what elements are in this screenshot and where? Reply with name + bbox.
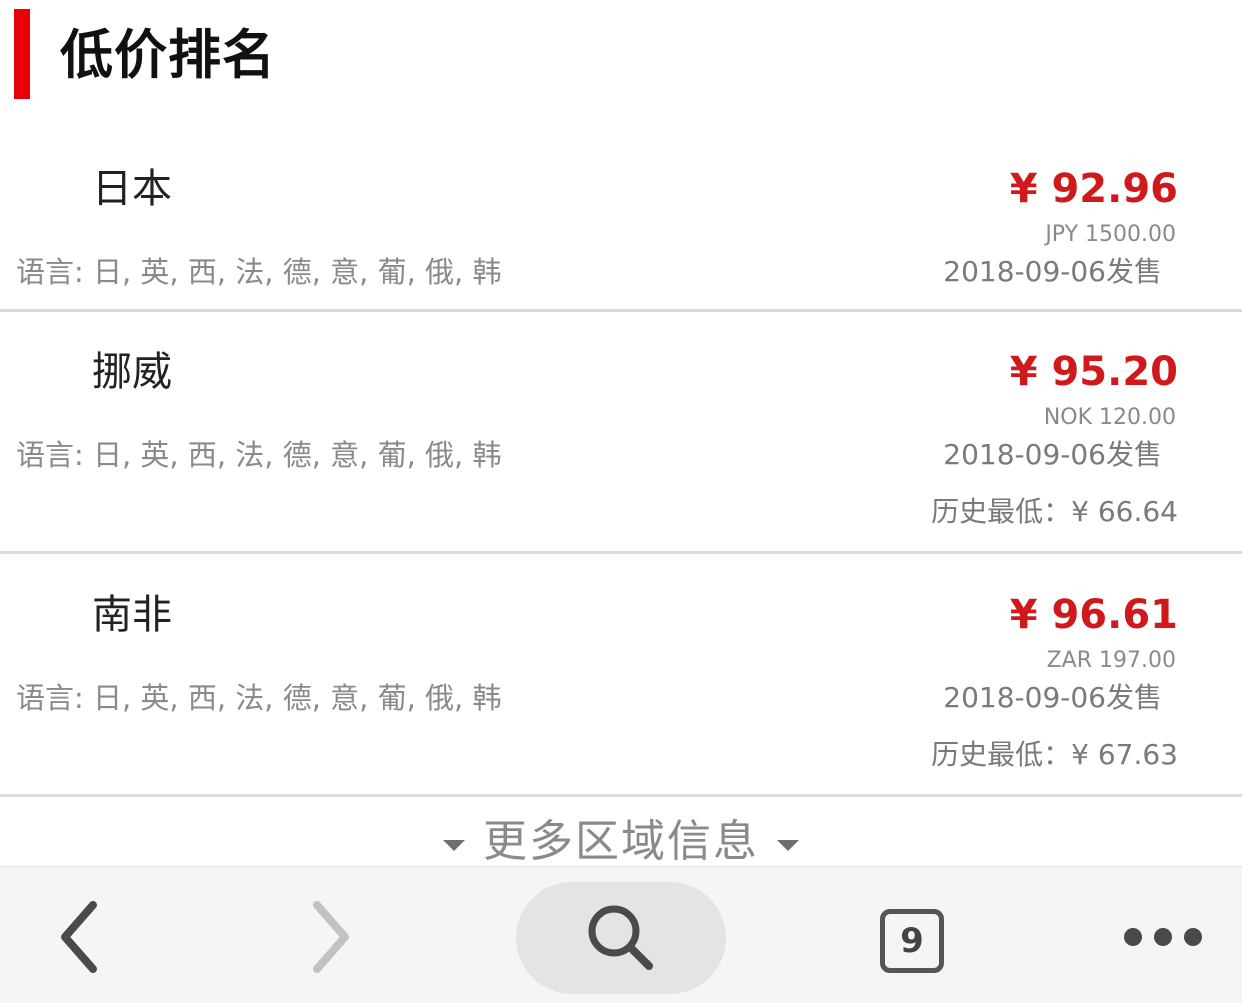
languages: 语言: 日, 英, 西, 法, 德, 意, 葡, 俄, 韩: [16, 438, 502, 472]
section-title: 低价排名: [60, 25, 276, 86]
row-divider: [0, 309, 1242, 312]
original-price: NOK 120.00: [1043, 405, 1176, 430]
more-menu-button[interactable]: [1118, 912, 1208, 962]
forward-button[interactable]: [290, 892, 370, 982]
more-dots-icon: [1124, 928, 1202, 946]
languages: 语言: 日, 英, 西, 法, 德, 意, 葡, 俄, 韩: [16, 255, 502, 289]
row-divider: [0, 551, 1242, 554]
release-date: 2018-09-06发售: [943, 255, 1162, 288]
caret-down-icon: [443, 839, 465, 851]
languages: 语言: 日, 英, 西, 法, 德, 意, 葡, 俄, 韩: [16, 681, 502, 715]
caret-down-icon: [777, 839, 799, 851]
original-price: JPY 1500.00: [1045, 222, 1176, 247]
back-arrow-icon: [61, 901, 97, 973]
search-button[interactable]: [516, 882, 726, 994]
tab-count: 9: [900, 921, 924, 961]
release-date: 2018-09-06发售: [943, 681, 1162, 714]
historical-low: 历史最低：¥ 67.63: [931, 738, 1178, 771]
release-date: 2018-09-06发售: [943, 438, 1162, 471]
search-icon: [588, 905, 653, 970]
price-cny: ¥ 96.61: [1009, 592, 1178, 638]
tabs-icon: 9: [880, 909, 944, 973]
tabs-button[interactable]: 9: [872, 901, 952, 981]
original-price: ZAR 197.00: [1046, 648, 1176, 673]
section-header: 低价排名: [0, 0, 1242, 115]
price-cny: ¥ 95.20: [1009, 349, 1178, 395]
region-name: 日本: [92, 166, 172, 212]
price-cny: ¥ 92.96: [1009, 166, 1178, 212]
region-name: 挪威: [92, 349, 172, 395]
region-name: 南非: [92, 592, 172, 638]
browser-toolbar: 9: [0, 866, 1242, 1003]
forward-arrow-icon: [313, 901, 349, 973]
historical-low: 历史最低：¥ 66.64: [931, 495, 1178, 528]
accent-bar: [14, 9, 30, 99]
more-regions-label: 更多区域信息: [483, 816, 759, 867]
more-regions-button[interactable]: 更多区域信息: [0, 812, 1242, 872]
row-divider: [0, 794, 1242, 797]
back-button[interactable]: [40, 892, 120, 982]
